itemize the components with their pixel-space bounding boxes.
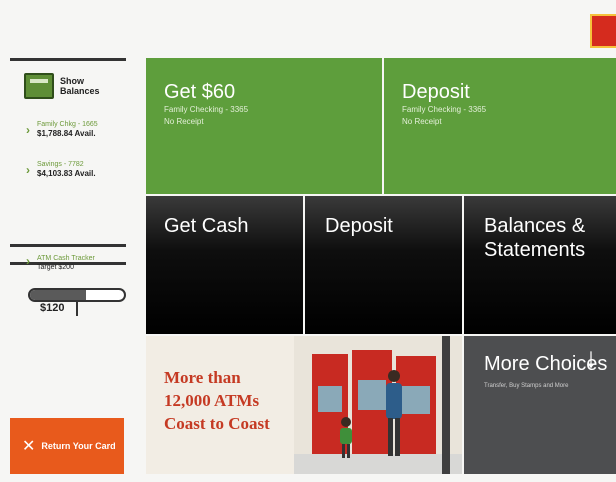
- promo-headline: More than 12,000 ATMs Coast to Coast: [164, 366, 270, 435]
- show-balances-button[interactable]: Show Balances: [24, 68, 128, 104]
- more-choices-desc: Transfer, Buy Stamps and More: [484, 383, 569, 389]
- fast-deposit-account: Family Checking - 3365: [402, 105, 487, 114]
- progress-marker: [76, 302, 78, 316]
- fast-cash-tile[interactable]: Get $60 Family Checking - 3365 No Receip…: [146, 58, 382, 194]
- cash-tracker-name: ATM Cash Tracker: [37, 255, 95, 262]
- divider: [10, 58, 126, 61]
- chevron-right-icon: ›: [26, 123, 30, 137]
- fast-deposit-tile[interactable]: Deposit Family Checking - 3365 No Receip…: [384, 58, 616, 194]
- promo-line: Coast to Coast: [164, 414, 270, 433]
- close-icon: ✕: [22, 438, 36, 455]
- promo-line: 12,000 ATMs: [164, 391, 260, 410]
- cash-tracker-progress-fill: [30, 290, 87, 300]
- account-name: Savings - 7782: [37, 161, 84, 168]
- deposit-tile[interactable]: Deposit: [305, 196, 462, 334]
- account-balance: $1,788.84 Avail.: [37, 129, 96, 138]
- cash-tracker[interactable]: › ATM Cash Tracker Target $200: [26, 254, 126, 272]
- atm-photo: [294, 336, 462, 474]
- cash-tracker-amount: $120: [40, 302, 65, 314]
- balances-statements-tile[interactable]: Balances & Statements: [464, 196, 616, 334]
- cash-tracker-target: Target $200: [37, 264, 74, 271]
- deposit-label: Deposit: [325, 215, 393, 237]
- account-name: Family Chkg - 1665: [37, 121, 98, 128]
- account-savings[interactable]: › Savings - 7782 $4,103.83 Avail.: [26, 160, 126, 179]
- brand-logo: [590, 14, 616, 48]
- atm-screen: Show Balances › Family Chkg - 1665 $1,78…: [0, 0, 616, 482]
- sidebar: Show Balances › Family Chkg - 1665 $1,78…: [0, 40, 132, 482]
- fast-cash-title: Get $60: [164, 81, 236, 103]
- fast-cash-receipt: No Receipt: [164, 117, 204, 126]
- cash-icon: [24, 73, 54, 99]
- get-cash-tile[interactable]: Get Cash: [146, 196, 303, 334]
- return-card-button[interactable]: ✕ Return Your Card: [10, 418, 124, 474]
- fast-deposit-title: Deposit: [402, 81, 470, 103]
- fast-deposit-receipt: No Receipt: [402, 117, 442, 126]
- arrow-down-icon: ↓: [584, 342, 598, 373]
- divider: [10, 244, 126, 247]
- return-card-label: Return Your Card: [41, 441, 116, 451]
- balances-statements-label: Balances & Statements: [484, 215, 586, 261]
- get-cash-label: Get Cash: [164, 215, 249, 237]
- more-choices-tile[interactable]: ↓ More Choices Transfer, Buy Stamps and …: [464, 336, 616, 474]
- cash-tracker-progress: [28, 288, 126, 302]
- fast-cash-account: Family Checking - 3365: [164, 105, 249, 114]
- chevron-right-icon: ›: [26, 163, 30, 177]
- chevron-right-icon: ›: [26, 254, 30, 268]
- account-checking[interactable]: › Family Chkg - 1665 $1,788.84 Avail.: [26, 120, 126, 139]
- promo-banner: More than 12,000 ATMs Coast to Coast: [146, 336, 462, 474]
- show-balances-label: Show Balances: [60, 76, 100, 96]
- account-balance: $4,103.83 Avail.: [37, 169, 96, 178]
- promo-line: More than: [164, 368, 241, 387]
